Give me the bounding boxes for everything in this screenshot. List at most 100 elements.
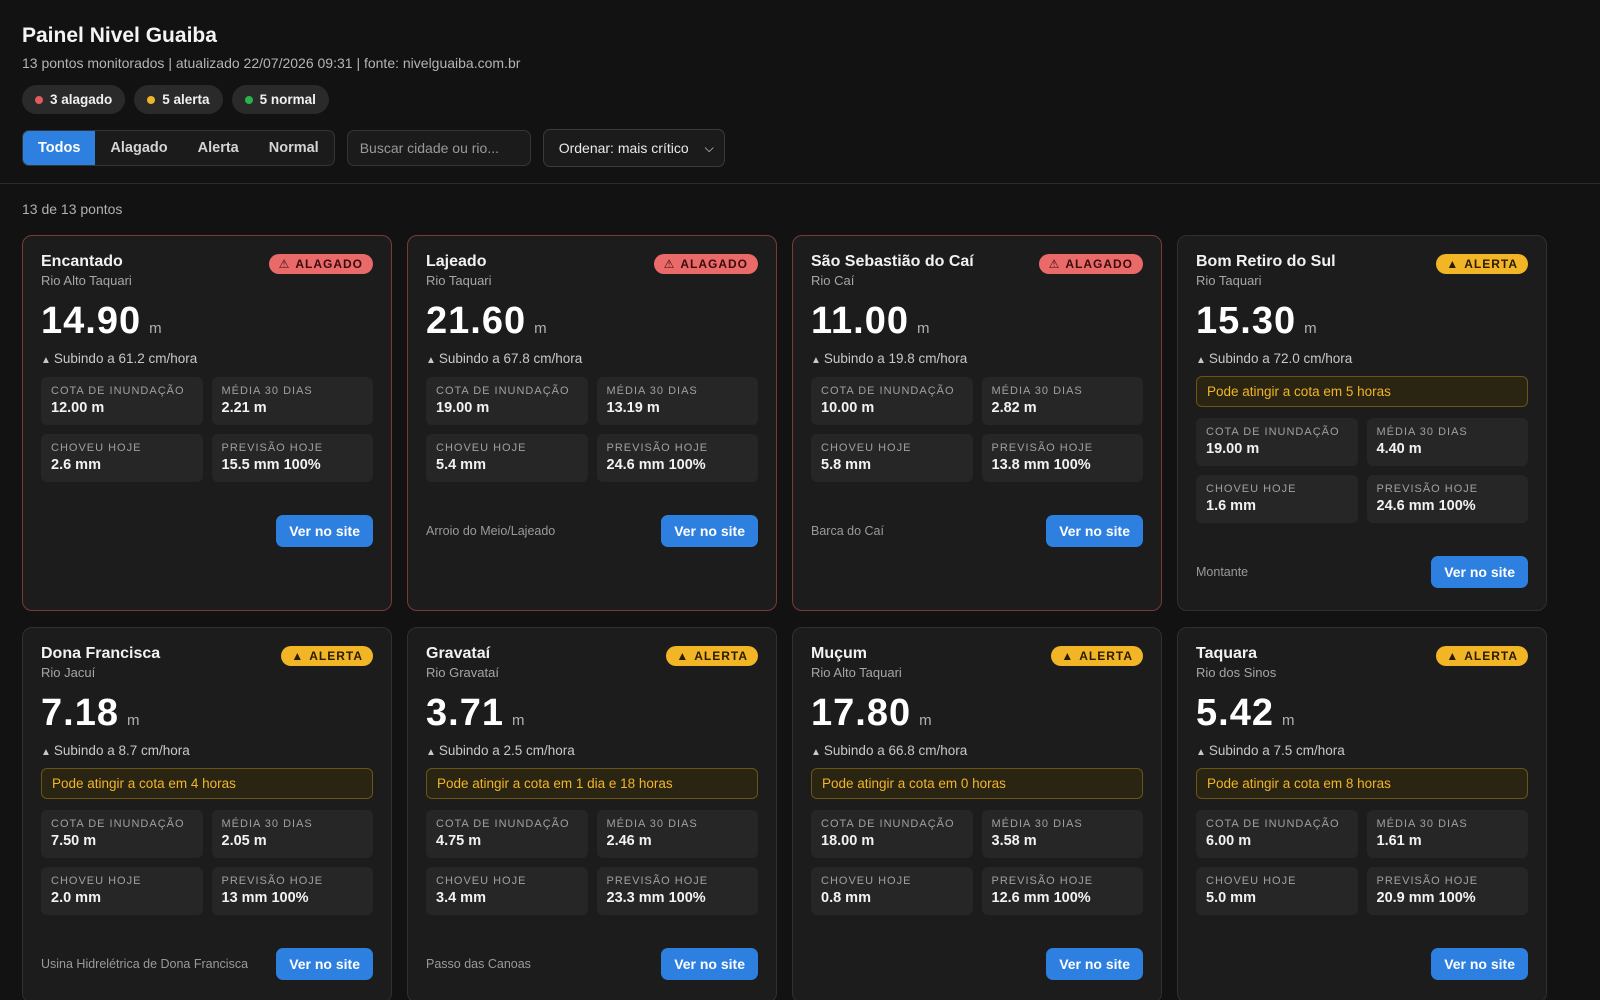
summary-pill-label: 5 alerta bbox=[162, 92, 210, 107]
level-value: 5.42 bbox=[1196, 692, 1274, 734]
station-card: Taquara Rio dos Sinos ▲ ALERTA 5.42 m ▲ S… bbox=[1177, 627, 1547, 1000]
stat-label: MÉDIA 30 DIAS bbox=[1376, 426, 1468, 438]
card-footer: Ver no site bbox=[811, 948, 1143, 980]
stat-value: 13 mm 100% bbox=[221, 890, 309, 906]
stat-previsao: PREVISÃO HOJE 12.6 mm 100% bbox=[981, 867, 1143, 915]
card-river: Rio Alto Taquari bbox=[811, 665, 902, 680]
page-subtitle: 13 pontos monitorados | atualizado 22/07… bbox=[22, 55, 521, 71]
status-filter-tabs: Todos Alagado Alerta Normal bbox=[22, 130, 335, 166]
stat-value: 24.6 mm 100% bbox=[606, 457, 706, 473]
stat-value: 6.00 m bbox=[1206, 833, 1252, 849]
stat-cota: COTA DE INUNDAÇÃO 6.00 m bbox=[1196, 810, 1358, 858]
stat-choveu: CHOVEU HOJE 0.8 mm bbox=[811, 867, 973, 915]
status-badge-label: ALERTA bbox=[1079, 649, 1133, 663]
stat-media: MÉDIA 30 DIAS 2.05 m bbox=[211, 810, 373, 858]
summary-pill-alerta: 5 alerta bbox=[134, 85, 223, 114]
tab-alagado[interactable]: Alagado bbox=[95, 131, 182, 165]
view-site-button[interactable]: Ver no site bbox=[276, 515, 373, 547]
card-river: Rio Taquari bbox=[426, 273, 492, 288]
warning-banner: Pode atingir a cota em 5 horas bbox=[1196, 376, 1528, 407]
view-site-button[interactable]: Ver no site bbox=[661, 515, 758, 547]
status-badge-label: ALERTA bbox=[309, 649, 363, 663]
tab-alerta[interactable]: Alerta bbox=[183, 131, 254, 165]
trend-text: Subindo a 67.8 cm/hora bbox=[438, 351, 583, 366]
level-value: 21.60 bbox=[426, 300, 527, 342]
view-site-button[interactable]: Ver no site bbox=[1046, 515, 1143, 547]
stat-media: MÉDIA 30 DIAS 1.61 m bbox=[1366, 810, 1528, 858]
station-name: Montante bbox=[1196, 565, 1249, 579]
view-site-button[interactable]: Ver no site bbox=[276, 948, 373, 980]
stat-value: 20.9 mm 100% bbox=[1376, 890, 1476, 906]
stat-choveu: CHOVEU HOJE 3.4 mm bbox=[426, 867, 588, 915]
tab-normal[interactable]: Normal bbox=[254, 131, 334, 165]
water-level: 7.18 m bbox=[41, 692, 373, 735]
station-card: Lajeado Rio Taquari ⚠ ALAGADO 21.60 m ▲ S… bbox=[407, 235, 777, 611]
stat-media: MÉDIA 30 DIAS 4.40 m bbox=[1366, 418, 1528, 466]
card-header: Muçum Rio Alto Taquari ▲ ALERTA bbox=[811, 645, 1143, 680]
level-unit: m bbox=[1281, 712, 1295, 729]
view-site-button[interactable]: Ver no site bbox=[1046, 948, 1143, 980]
level-value: 15.30 bbox=[1196, 300, 1297, 342]
tab-todos[interactable]: Todos bbox=[23, 131, 96, 165]
stat-label: PREVISÃO HOJE bbox=[1376, 875, 1479, 887]
level-unit: m bbox=[917, 320, 930, 337]
card-header: Encantado Rio Alto Taquari ⚠ ALAGADO bbox=[41, 253, 373, 288]
stat-value: 12.00 m bbox=[51, 400, 105, 416]
stat-choveu: CHOVEU HOJE 5.4 mm bbox=[426, 434, 588, 482]
alert-triangle-icon: ▲ bbox=[1446, 649, 1460, 663]
view-site-button[interactable]: Ver no site bbox=[661, 948, 758, 980]
level-value: 17.80 bbox=[811, 692, 912, 734]
stat-label: MÉDIA 30 DIAS bbox=[991, 818, 1083, 830]
level-unit: m bbox=[534, 320, 547, 337]
view-site-button[interactable]: Ver no site bbox=[1431, 948, 1528, 980]
stats-grid: COTA DE INUNDAÇÃO 19.00 m MÉDIA 30 DIAS … bbox=[426, 377, 758, 482]
stat-cota: COTA DE INUNDAÇÃO 19.00 m bbox=[426, 377, 588, 425]
trend-text: Subindo a 2.5 cm/hora bbox=[438, 743, 575, 758]
alert-triangle-icon: ▲ bbox=[291, 649, 305, 663]
card-city: Bom Retiro do Sul bbox=[1196, 253, 1336, 270]
station-card: São Sebastião do Caí Rio Caí ⚠ ALAGADO 1… bbox=[792, 235, 1162, 611]
stat-label: CHOVEU HOJE bbox=[436, 875, 527, 887]
status-badge: ▲ ALERTA bbox=[1436, 646, 1528, 666]
station-card: Encantado Rio Alto Taquari ⚠ ALAGADO 14.… bbox=[22, 235, 392, 611]
page-title: Painel Nivel Guaiba bbox=[22, 24, 217, 47]
status-badge-label: ALERTA bbox=[694, 649, 748, 663]
stat-value: 13.8 mm 100% bbox=[991, 457, 1091, 473]
sort-select[interactable]: Ordenar: mais crítico ⌵ bbox=[542, 129, 725, 167]
stat-value: 3.58 m bbox=[991, 833, 1037, 849]
page-header: Painel Nivel Guaiba 13 pontos monitorado… bbox=[0, 0, 1600, 183]
stat-label: COTA DE INUNDAÇÃO bbox=[1206, 818, 1340, 830]
stat-value: 7.50 m bbox=[51, 833, 97, 849]
stat-media: MÉDIA 30 DIAS 3.58 m bbox=[981, 810, 1143, 858]
stat-value: 15.5 mm 100% bbox=[221, 457, 321, 473]
card-header: Lajeado Rio Taquari ⚠ ALAGADO bbox=[426, 253, 758, 288]
stat-label: COTA DE INUNDAÇÃO bbox=[821, 385, 955, 397]
card-city: Taquara bbox=[1196, 645, 1258, 662]
stat-previsao: PREVISÃO HOJE 24.6 mm 100% bbox=[1366, 475, 1528, 523]
card-footer: Ver no site bbox=[1196, 948, 1528, 980]
card-city: Gravataí bbox=[426, 645, 491, 662]
view-site-button[interactable]: Ver no site bbox=[1431, 556, 1528, 588]
stat-value: 19.00 m bbox=[1206, 441, 1260, 457]
status-badge: ⚠ ALAGADO bbox=[653, 254, 758, 274]
rising-arrow-icon: ▲ bbox=[1196, 355, 1206, 366]
alert-triangle-icon: ▲ bbox=[1061, 649, 1075, 663]
stat-label: MÉDIA 30 DIAS bbox=[221, 818, 313, 830]
alert-triangle-icon: ▲ bbox=[1446, 257, 1460, 271]
stats-grid: COTA DE INUNDAÇÃO 18.00 m MÉDIA 30 DIAS … bbox=[811, 810, 1143, 915]
level-trend: ▲ Subindo a 72.0 cm/hora bbox=[1196, 351, 1528, 366]
trend-text: Subindo a 8.7 cm/hora bbox=[53, 743, 190, 758]
search-input[interactable] bbox=[346, 130, 531, 166]
warning-banner: Pode atingir a cota em 4 horas bbox=[41, 768, 373, 799]
warning-triangle-icon: ⚠ bbox=[1048, 257, 1061, 271]
warning-banner: Pode atingir a cota em 1 dia e 18 horas bbox=[426, 768, 758, 799]
stat-previsao: PREVISÃO HOJE 24.6 mm 100% bbox=[596, 434, 758, 482]
stat-value: 4.40 m bbox=[1376, 441, 1422, 457]
stats-grid: COTA DE INUNDAÇÃO 6.00 m MÉDIA 30 DIAS 1… bbox=[1196, 810, 1528, 915]
stat-cota: COTA DE INUNDAÇÃO 18.00 m bbox=[811, 810, 973, 858]
card-footer: Arroio do Meio/Lajeado Ver no site bbox=[426, 515, 758, 547]
stat-label: PREVISÃO HOJE bbox=[1376, 483, 1479, 495]
level-trend: ▲ Subindo a 67.8 cm/hora bbox=[426, 351, 758, 366]
level-unit: m bbox=[149, 320, 162, 337]
stat-value: 4.75 m bbox=[436, 833, 482, 849]
